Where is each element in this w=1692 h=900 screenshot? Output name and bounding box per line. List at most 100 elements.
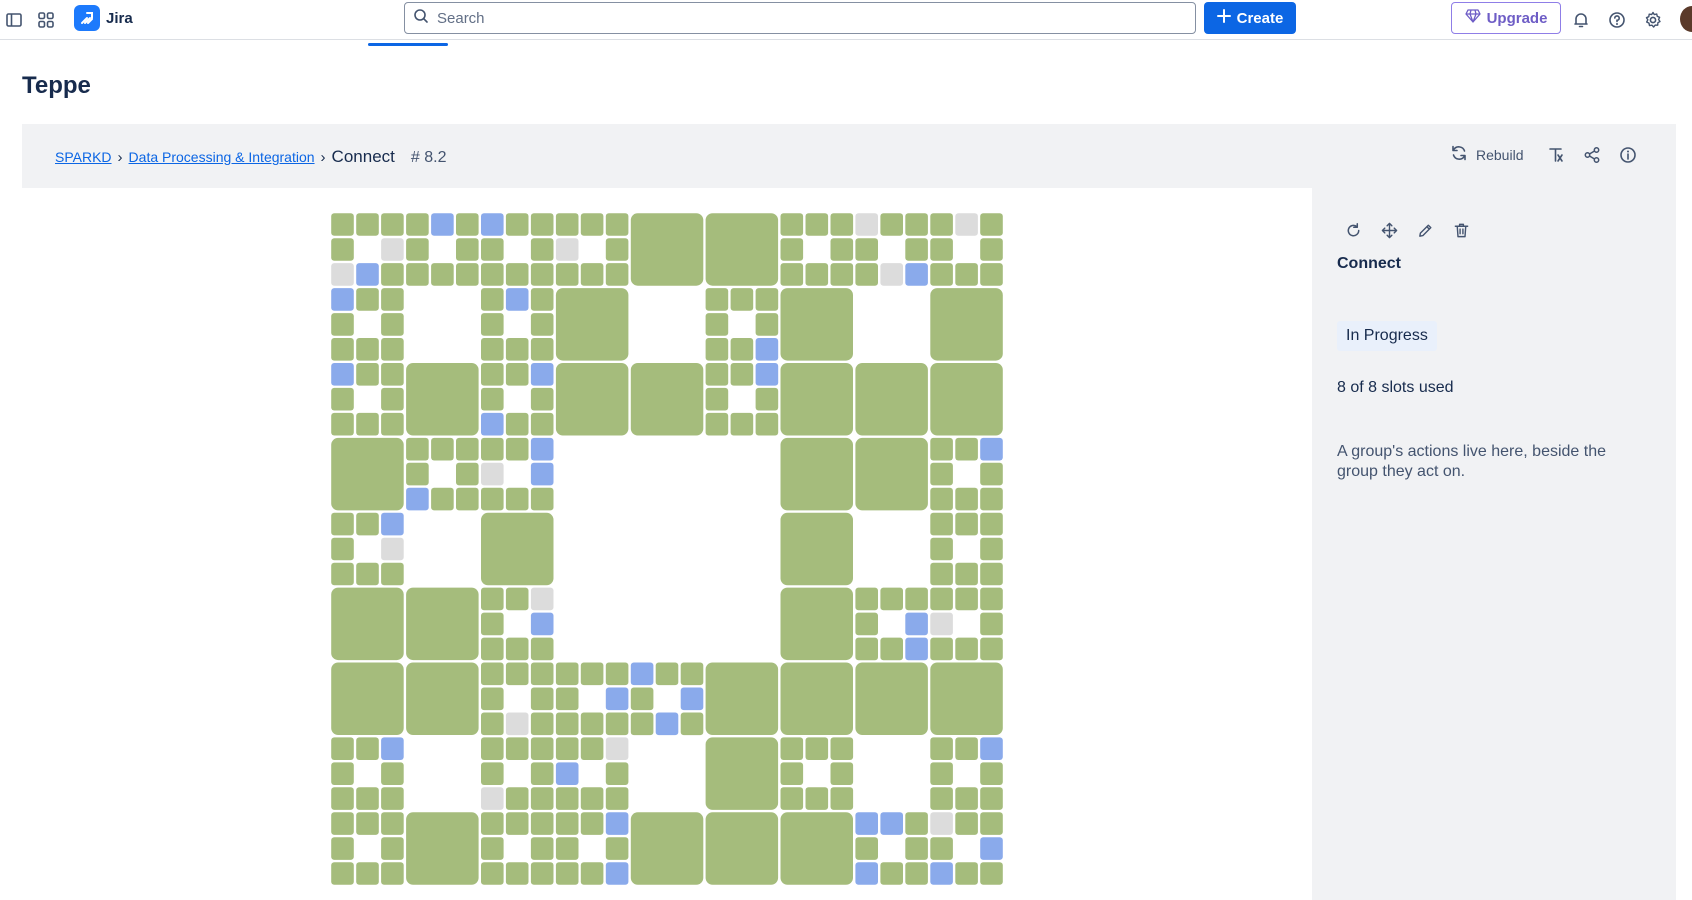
slot-block[interactable] (780, 363, 854, 436)
slot-tile[interactable] (905, 862, 928, 885)
slot-tile[interactable] (730, 363, 754, 386)
slot-tile[interactable] (780, 213, 804, 236)
slot-tile[interactable] (555, 238, 579, 261)
slot-tile[interactable] (780, 263, 804, 286)
slot-tile[interactable] (481, 587, 504, 611)
slot-tile[interactable] (530, 612, 554, 636)
slot-tile[interactable] (555, 812, 579, 835)
slot-tile[interactable] (605, 862, 629, 885)
slot-tile[interactable] (630, 687, 654, 711)
slot-tile[interactable] (406, 213, 429, 236)
slot-tile[interactable] (580, 812, 604, 835)
slot-tile[interactable] (530, 812, 554, 835)
slot-tile[interactable] (505, 288, 529, 311)
slot-tile[interactable] (855, 637, 878, 661)
slot-block[interactable] (555, 363, 629, 436)
slot-block[interactable] (331, 587, 404, 661)
slot-tile[interactable] (356, 787, 379, 810)
slot-tile[interactable] (930, 762, 953, 785)
slot-tile[interactable] (855, 263, 878, 286)
slot-tile[interactable] (955, 637, 978, 661)
slot-tile[interactable] (555, 737, 579, 760)
slot-tile[interactable] (930, 537, 953, 561)
slot-tile[interactable] (955, 263, 978, 286)
slot-block[interactable] (406, 363, 479, 436)
slot-tile[interactable] (755, 387, 779, 411)
slot-tile[interactable] (530, 363, 554, 386)
slot-tile[interactable] (456, 213, 479, 236)
settings-icon[interactable] (1639, 6, 1667, 34)
slot-tile[interactable] (605, 238, 629, 261)
slot-tile[interactable] (431, 213, 454, 236)
slot-tile[interactable] (580, 213, 604, 236)
slot-tile[interactable] (630, 662, 654, 686)
slot-tile[interactable] (481, 238, 504, 261)
slot-tile[interactable] (331, 213, 354, 236)
slot-tile[interactable] (381, 512, 404, 536)
slot-tile[interactable] (381, 787, 404, 810)
slot-tile[interactable] (880, 587, 903, 611)
slot-tile[interactable] (855, 238, 878, 261)
slot-tile[interactable] (605, 812, 629, 835)
slot-tile[interactable] (381, 238, 404, 261)
slot-tile[interactable] (431, 437, 454, 461)
slot-tile[interactable] (605, 662, 629, 686)
slot-tile[interactable] (331, 787, 354, 810)
slot-tile[interactable] (855, 862, 878, 885)
slot-tile[interactable] (331, 537, 354, 561)
slot-tile[interactable] (605, 687, 629, 711)
slot-tile[interactable] (555, 712, 579, 736)
slot-tile[interactable] (356, 562, 379, 586)
slot-tile[interactable] (505, 412, 529, 436)
slot-tile[interactable] (930, 562, 953, 586)
slot-tile[interactable] (331, 737, 354, 760)
slot-tile[interactable] (580, 737, 604, 760)
slot-block[interactable] (331, 662, 404, 736)
slot-tile[interactable] (955, 213, 978, 236)
slot-tile[interactable] (605, 737, 629, 760)
slot-tile[interactable] (955, 737, 978, 760)
slot-tile[interactable] (905, 587, 928, 611)
slot-tile[interactable] (530, 437, 554, 461)
slot-tile[interactable] (580, 787, 604, 810)
slot-tile[interactable] (481, 637, 504, 661)
slot-tile[interactable] (705, 363, 729, 386)
status-badge[interactable]: In Progress (1337, 321, 1437, 351)
slot-tile[interactable] (481, 288, 504, 311)
slot-grid[interactable] (330, 212, 1004, 886)
slot-tile[interactable] (505, 437, 529, 461)
slot-tile[interactable] (381, 338, 404, 361)
slot-tile[interactable] (505, 787, 529, 810)
slot-tile[interactable] (530, 487, 554, 511)
slot-tile[interactable] (530, 587, 554, 611)
slot-tile[interactable] (980, 562, 1003, 586)
slot-tile[interactable] (505, 363, 529, 386)
slot-tile[interactable] (930, 462, 953, 486)
slot-tile[interactable] (555, 213, 579, 236)
slot-tile[interactable] (530, 462, 554, 486)
slot-tile[interactable] (705, 387, 729, 411)
slot-block[interactable] (331, 437, 404, 511)
slot-tile[interactable] (580, 712, 604, 736)
slot-tile[interactable] (855, 612, 878, 636)
slot-tile[interactable] (381, 387, 404, 411)
slot-tile[interactable] (880, 812, 903, 835)
slot-tile[interactable] (481, 837, 504, 860)
slot-tile[interactable] (356, 512, 379, 536)
slot-tile[interactable] (955, 512, 978, 536)
slot-tile[interactable] (905, 837, 928, 860)
slot-tile[interactable] (755, 412, 779, 436)
slot-tile[interactable] (530, 737, 554, 760)
slot-tile[interactable] (530, 263, 554, 286)
slot-tile[interactable] (481, 762, 504, 785)
slot-tile[interactable] (505, 637, 529, 661)
slot-tile[interactable] (381, 263, 404, 286)
slot-tile[interactable] (855, 587, 878, 611)
info-icon[interactable] (1617, 144, 1639, 166)
slot-tile[interactable] (780, 787, 804, 810)
trash-icon[interactable] (1449, 218, 1473, 242)
slot-tile[interactable] (880, 637, 903, 661)
slot-tile[interactable] (730, 412, 754, 436)
slot-tile[interactable] (830, 263, 854, 286)
slot-tile[interactable] (381, 837, 404, 860)
